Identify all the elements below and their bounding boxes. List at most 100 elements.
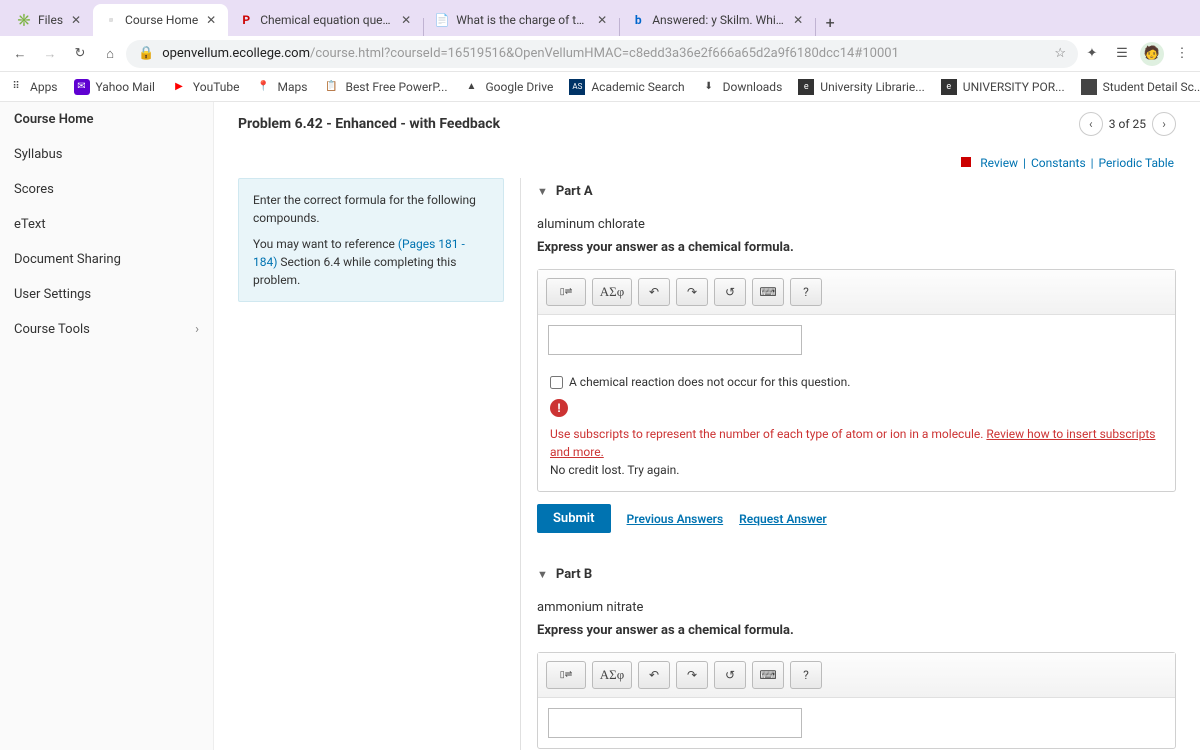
problem-pager: ‹ 3 of 25 › — [1079, 112, 1176, 136]
browser-tab[interactable]: ▫️ Course Home ✕ — [93, 4, 228, 36]
yahoo-icon: ✉ — [74, 79, 90, 95]
forward-button[interactable]: → — [36, 40, 64, 68]
alert-note: No credit lost. Try again. — [550, 463, 679, 477]
browser-tab[interactable]: b Answered: y Skilm. Whing Dra ✕ — [620, 4, 815, 36]
bookmark-item[interactable]: ⬇Downloads — [701, 79, 783, 95]
greek-button[interactable]: ΑΣφ — [592, 278, 632, 306]
template-button[interactable]: ▯⇌ — [546, 661, 586, 689]
compound-name: aluminum chlorate — [537, 217, 1176, 232]
submit-button[interactable]: Submit — [537, 504, 611, 533]
sidebar-item-course-tools[interactable]: Course Tools› — [0, 312, 213, 347]
prev-problem-button[interactable]: ‹ — [1079, 112, 1103, 136]
reload-button[interactable]: ↻ — [66, 40, 94, 68]
redo-button[interactable]: ↷ — [676, 278, 708, 306]
course-sidebar: Course Home Syllabus Scores eText Docume… — [0, 102, 214, 750]
answer-box: ▯⇌ ΑΣφ ↶ ↷ ↺ ⌨ ? — [537, 652, 1176, 749]
tab-title: Chemical equation questions — [260, 13, 393, 27]
part-b-header[interactable]: ▼ Part B — [537, 561, 1176, 588]
bookmark-item[interactable]: ASAcademic Search — [569, 79, 684, 95]
template-button[interactable]: ▯⇌ — [546, 278, 586, 306]
new-tab-button[interactable]: + — [816, 8, 844, 36]
course-icon: ▫️ — [103, 12, 119, 28]
no-reaction-checkbox[interactable] — [550, 376, 563, 389]
formula-toolbar: ▯⇌ ΑΣφ ↶ ↷ ↺ ⌨ ? — [538, 270, 1175, 315]
close-icon[interactable]: ✕ — [204, 13, 218, 27]
close-icon[interactable]: ✕ — [399, 13, 413, 27]
sidebar-item-scores[interactable]: Scores — [0, 172, 213, 207]
reset-button[interactable]: ↺ — [714, 661, 746, 689]
collapse-icon: ▼ — [537, 568, 548, 581]
sidebar-item-syllabus[interactable]: Syllabus — [0, 137, 213, 172]
keyboard-button[interactable]: ⌨ — [752, 661, 784, 689]
bartleby-icon: b — [630, 12, 646, 28]
bookmark-item[interactable]: ◼Student Detail Sc... — [1081, 79, 1200, 95]
home-button[interactable]: ⌂ — [96, 40, 124, 68]
undo-button[interactable]: ↶ — [638, 661, 670, 689]
request-answer-link[interactable]: Request Answer — [739, 512, 827, 526]
part-a-header[interactable]: ▼ Part A — [537, 178, 1176, 205]
greek-button[interactable]: ΑΣφ — [592, 661, 632, 689]
detail-icon: ◼ — [1081, 79, 1097, 95]
answer-box: ▯⇌ ΑΣφ ↶ ↷ ↺ ⌨ ? A chemical reaction doe… — [537, 269, 1176, 492]
star-icon[interactable]: ☆ — [1054, 46, 1066, 61]
lock-icon: 🔒 — [138, 46, 154, 61]
bookmark-item[interactable]: eUniversity Librarie... — [798, 79, 925, 95]
column-divider — [520, 178, 521, 750]
feedback-alert: ! Use subscripts to represent the number… — [538, 395, 1175, 491]
close-icon[interactable]: ✕ — [69, 13, 83, 27]
doc-icon: 📄 — [434, 12, 450, 28]
problem-title: Problem 6.42 - Enhanced - with Feedback — [238, 116, 500, 132]
address-bar[interactable]: 🔒 openvellum.ecollege.com/course.html?co… — [126, 40, 1078, 68]
bookmark-item[interactable]: 📋Best Free PowerP... — [323, 79, 447, 95]
sidebar-item-user-settings[interactable]: User Settings — [0, 277, 213, 312]
bookmarks-bar: ⠿Apps ✉Yahoo Mail ▶YouTube 📍Maps 📋Best F… — [0, 72, 1200, 102]
browser-tab[interactable]: 📄 What is the charge of the com ✕ — [424, 4, 619, 36]
tab-title: Course Home — [125, 13, 198, 27]
bookmark-apps[interactable]: ⠿Apps — [8, 79, 58, 95]
instruction-text: Enter the correct formula for the follow… — [253, 191, 489, 227]
profile-avatar[interactable]: 🧑 — [1140, 42, 1164, 66]
link-periodic-table[interactable]: Periodic Table — [1099, 156, 1174, 170]
help-button[interactable]: ? — [790, 661, 822, 689]
tab-title: Files — [38, 13, 63, 27]
download-icon: ⬇ — [701, 79, 717, 95]
sidebar-item-etext[interactable]: eText — [0, 207, 213, 242]
part-label: Part B — [556, 567, 592, 582]
bookmark-item[interactable]: ▶YouTube — [171, 79, 240, 95]
maps-icon: 📍 — [256, 79, 272, 95]
formula-input[interactable] — [548, 708, 802, 738]
answer-instruction: Express your answer as a chemical formul… — [537, 623, 1176, 638]
undo-button[interactable]: ↶ — [638, 278, 670, 306]
browser-tab[interactable]: P Chemical equation questions ✕ — [228, 4, 423, 36]
sidebar-item-document-sharing[interactable]: Document Sharing — [0, 242, 213, 277]
link-constants[interactable]: Constants — [1031, 156, 1086, 170]
previous-answers-link[interactable]: Previous Answers — [627, 512, 724, 526]
youtube-icon: ▶ — [171, 79, 187, 95]
formula-input[interactable] — [548, 325, 802, 355]
browser-tab[interactable]: ✳️ Files ✕ — [6, 4, 93, 36]
drive-icon: ▲ — [464, 79, 480, 95]
problem-instructions: Enter the correct formula for the follow… — [238, 178, 504, 302]
keyboard-button[interactable]: ⌨ — [752, 278, 784, 306]
help-button[interactable]: ? — [790, 278, 822, 306]
redo-button[interactable]: ↷ — [676, 661, 708, 689]
reset-button[interactable]: ↺ — [714, 278, 746, 306]
bookmark-item[interactable]: ✉Yahoo Mail — [74, 79, 155, 95]
part-label: Part A — [556, 184, 593, 199]
menu-icon[interactable]: ⋮ — [1170, 42, 1194, 66]
alert-message: Use subscripts to represent the number o… — [550, 427, 986, 441]
extensions-icon[interactable]: ✦ — [1080, 42, 1104, 66]
sidebar-item-course-home[interactable]: Course Home — [0, 102, 213, 137]
formula-toolbar: ▯⇌ ΑΣφ ↶ ↷ ↺ ⌨ ? — [538, 653, 1175, 698]
link-review[interactable]: Review — [980, 156, 1018, 170]
next-problem-button[interactable]: › — [1152, 112, 1176, 136]
bookmark-item[interactable]: 📍Maps — [256, 79, 308, 95]
back-button[interactable]: ← — [6, 40, 34, 68]
close-icon[interactable]: ✕ — [791, 13, 805, 27]
reading-list-icon[interactable]: ☰ — [1110, 42, 1134, 66]
bookmark-item[interactable]: eUNIVERSITY POR... — [941, 79, 1065, 95]
bookmark-item[interactable]: ▲Google Drive — [464, 79, 554, 95]
portal-icon: e — [941, 79, 957, 95]
close-icon[interactable]: ✕ — [595, 13, 609, 27]
compound-name: ammonium nitrate — [537, 600, 1176, 615]
